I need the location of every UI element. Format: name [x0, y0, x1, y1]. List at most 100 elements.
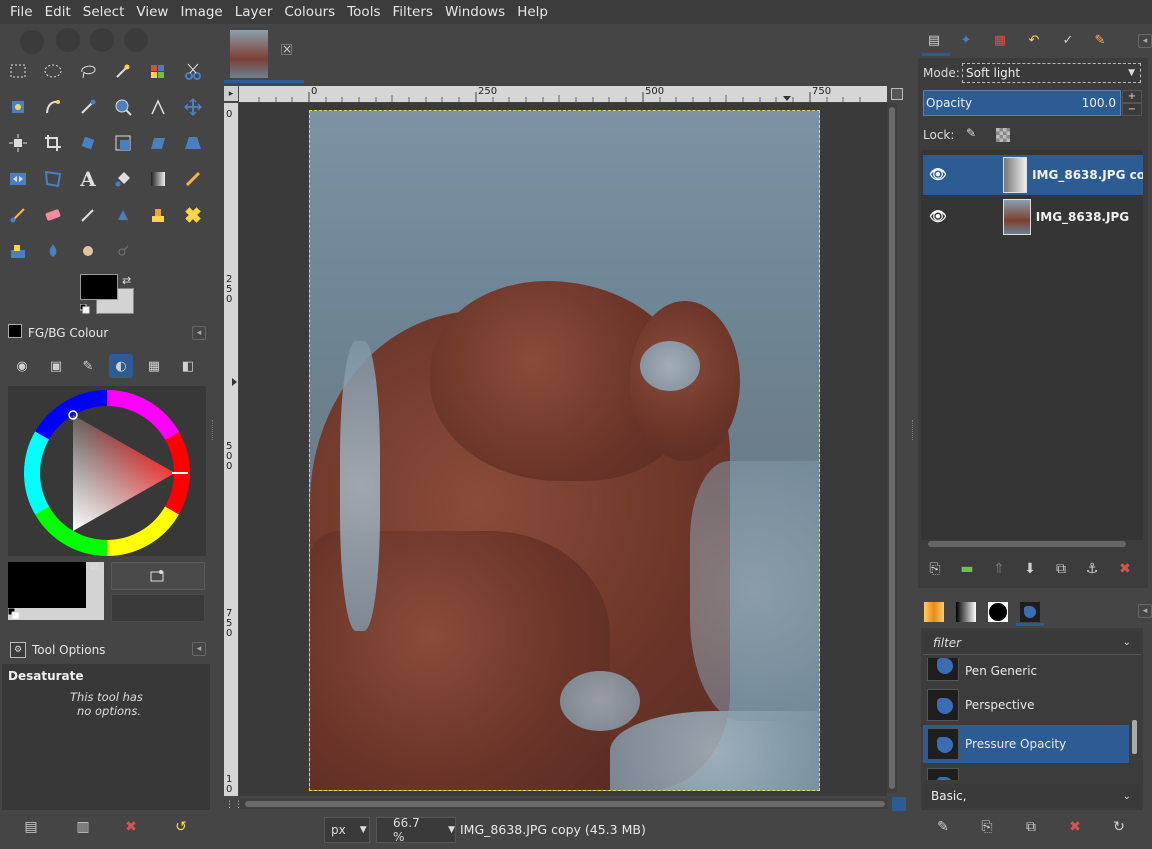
paths-tab-icon[interactable]: ✦: [954, 28, 978, 52]
menu-view[interactable]: View: [130, 0, 174, 24]
horizontal-scroll-thumb[interactable]: [245, 801, 885, 807]
mode-select[interactable]: Soft light ▼: [962, 63, 1141, 83]
dynamics-item-pen-generic[interactable]: Pen Generic: [923, 658, 1129, 684]
menu-filters[interactable]: Filters: [386, 0, 438, 24]
brush-tab-icon[interactable]: ✎: [1088, 28, 1112, 52]
opacity-decrement-button[interactable]: −: [1122, 103, 1142, 116]
zoom-icon[interactable]: [110, 94, 136, 120]
left-dock-resize-grip[interactable]: [212, 420, 216, 440]
layer-visibility-eye-icon[interactable]: 👁: [929, 209, 947, 225]
duplicate-layer-icon[interactable]: ⧉: [1050, 558, 1072, 580]
lock-alpha-icon[interactable]: [996, 128, 1010, 142]
dynamics-item-perspective[interactable]: Perspective: [923, 686, 1129, 724]
layer-row-copy[interactable]: 👁 IMG_8638.JPG copy: [923, 155, 1143, 195]
new-layer-group-icon[interactable]: ▬: [956, 558, 978, 580]
wheel-selector-icon[interactable]: ◐: [109, 354, 133, 378]
color-picker-icon[interactable]: [75, 94, 101, 120]
airbrush-icon[interactable]: [75, 202, 101, 228]
edit-dynamics-icon[interactable]: ✎: [932, 816, 954, 838]
menu-select[interactable]: Select: [77, 0, 131, 24]
right-dock-menu-button[interactable]: ◂: [1138, 34, 1152, 48]
color-picker-button[interactable]: [111, 562, 205, 590]
lock-pixels-icon[interactable]: ✎: [966, 126, 976, 140]
menu-windows[interactable]: Windows: [439, 0, 511, 24]
opacity-slider[interactable]: Opacity 100.0: [923, 90, 1121, 116]
image-canvas[interactable]: [309, 110, 820, 791]
paintbrush-icon[interactable]: [5, 202, 31, 228]
crop-icon[interactable]: [40, 130, 66, 156]
palette-selector-icon[interactable]: ▦: [142, 354, 166, 378]
scissors-icon[interactable]: [180, 58, 206, 84]
layer-row-original[interactable]: 👁 IMG_8638.JPG: [923, 197, 1143, 237]
menu-help[interactable]: Help: [511, 0, 554, 24]
swap-colors-icon[interactable]: ⇄: [122, 274, 131, 287]
menu-edit[interactable]: Edit: [39, 0, 77, 24]
lower-layer-icon[interactable]: ⬇: [1019, 558, 1041, 580]
brush-circle-tab-icon[interactable]: [988, 602, 1008, 622]
heal-icon[interactable]: [180, 202, 206, 228]
align-icon[interactable]: [5, 130, 31, 156]
delete-layer-icon[interactable]: ✖: [1114, 558, 1136, 580]
reset-tool-options-icon[interactable]: ↺: [170, 816, 192, 838]
zoom-select[interactable]: 66.7 % ▼: [376, 816, 456, 844]
channels-tab-icon[interactable]: ▦: [988, 28, 1012, 52]
bucket-fill-icon[interactable]: [110, 166, 136, 192]
blur-icon[interactable]: [40, 238, 66, 264]
vertical-scrollbar[interactable]: [887, 103, 897, 793]
duplicate-dynamics-icon[interactable]: ⧉: [1020, 816, 1042, 838]
tool-options-menu-button[interactable]: ◂: [192, 642, 206, 656]
ruler-corner[interactable]: ▸: [224, 86, 238, 101]
smudge-icon[interactable]: [75, 238, 101, 264]
fuzzy-select-icon[interactable]: [110, 58, 136, 84]
delete-dynamics-icon[interactable]: ✖: [1064, 816, 1086, 838]
new-dynamics-icon[interactable]: ⎘: [976, 816, 998, 838]
dynamics-scrollbar-thumb[interactable]: [1132, 720, 1137, 754]
pointer-tab-icon[interactable]: ✓: [1056, 28, 1080, 52]
flip-icon[interactable]: [5, 166, 31, 192]
dynamics-item-pressure-opacity[interactable]: Pressure Opacity: [923, 725, 1129, 763]
brushes-dock-menu-button[interactable]: ◂: [1138, 604, 1152, 618]
menu-image[interactable]: Image: [174, 0, 228, 24]
color-wheel[interactable]: [22, 388, 192, 558]
scale-selector-icon[interactable]: ◉: [10, 354, 34, 378]
refresh-dynamics-icon[interactable]: ↻: [1108, 816, 1130, 838]
rect-select-icon[interactable]: [5, 58, 31, 84]
gradients-tab-icon[interactable]: [956, 602, 976, 622]
save-tool-options-icon[interactable]: ▤: [20, 816, 42, 838]
select-by-color-icon[interactable]: [145, 58, 171, 84]
triangle-selector-icon[interactable]: ◧: [176, 354, 200, 378]
navigate-icon[interactable]: [892, 797, 906, 811]
move-icon[interactable]: [180, 94, 206, 120]
paths-icon[interactable]: [40, 94, 66, 120]
shear-icon[interactable]: [145, 130, 171, 156]
right-dock-resize-grip[interactable]: [912, 420, 916, 440]
new-layer-icon[interactable]: ⎘: [924, 558, 946, 580]
layers-horizontal-scrollbar[interactable]: [928, 541, 1126, 547]
rotate-icon[interactable]: [75, 130, 101, 156]
fg-color-swatch-front[interactable]: [80, 274, 118, 300]
clone-icon[interactable]: [145, 202, 171, 228]
foreground-select-icon[interactable]: [5, 94, 31, 120]
perspective-icon[interactable]: [180, 130, 206, 156]
cage-transform-icon[interactable]: [40, 166, 66, 192]
menu-file[interactable]: File: [4, 0, 39, 24]
unit-select[interactable]: px ▼: [324, 817, 370, 843]
gradient-icon[interactable]: [145, 166, 171, 192]
close-tab-icon[interactable]: ×: [281, 43, 292, 55]
pencil-icon[interactable]: [180, 166, 206, 192]
layers-tab-icon[interactable]: ▤: [922, 28, 946, 52]
menu-layer[interactable]: Layer: [229, 0, 279, 24]
dodge-burn-icon[interactable]: [110, 238, 136, 264]
text-icon[interactable]: A: [75, 166, 101, 192]
preset-select[interactable]: Basic, ⌄: [923, 784, 1141, 808]
ellipse-select-icon[interactable]: [40, 58, 66, 84]
raise-layer-icon[interactable]: ⇑: [988, 558, 1010, 580]
watercolor-selector-icon[interactable]: ✎: [76, 354, 100, 378]
dynamics-tab-icon[interactable]: [1020, 602, 1040, 622]
vertical-scroll-thumb[interactable]: [889, 107, 895, 789]
eraser-icon[interactable]: [40, 202, 66, 228]
horizontal-scrollbar[interactable]: [239, 799, 887, 809]
lasso-icon[interactable]: [75, 58, 101, 84]
fg-color-large-front[interactable]: [8, 562, 86, 608]
panel-menu-button[interactable]: ◂: [192, 326, 206, 340]
